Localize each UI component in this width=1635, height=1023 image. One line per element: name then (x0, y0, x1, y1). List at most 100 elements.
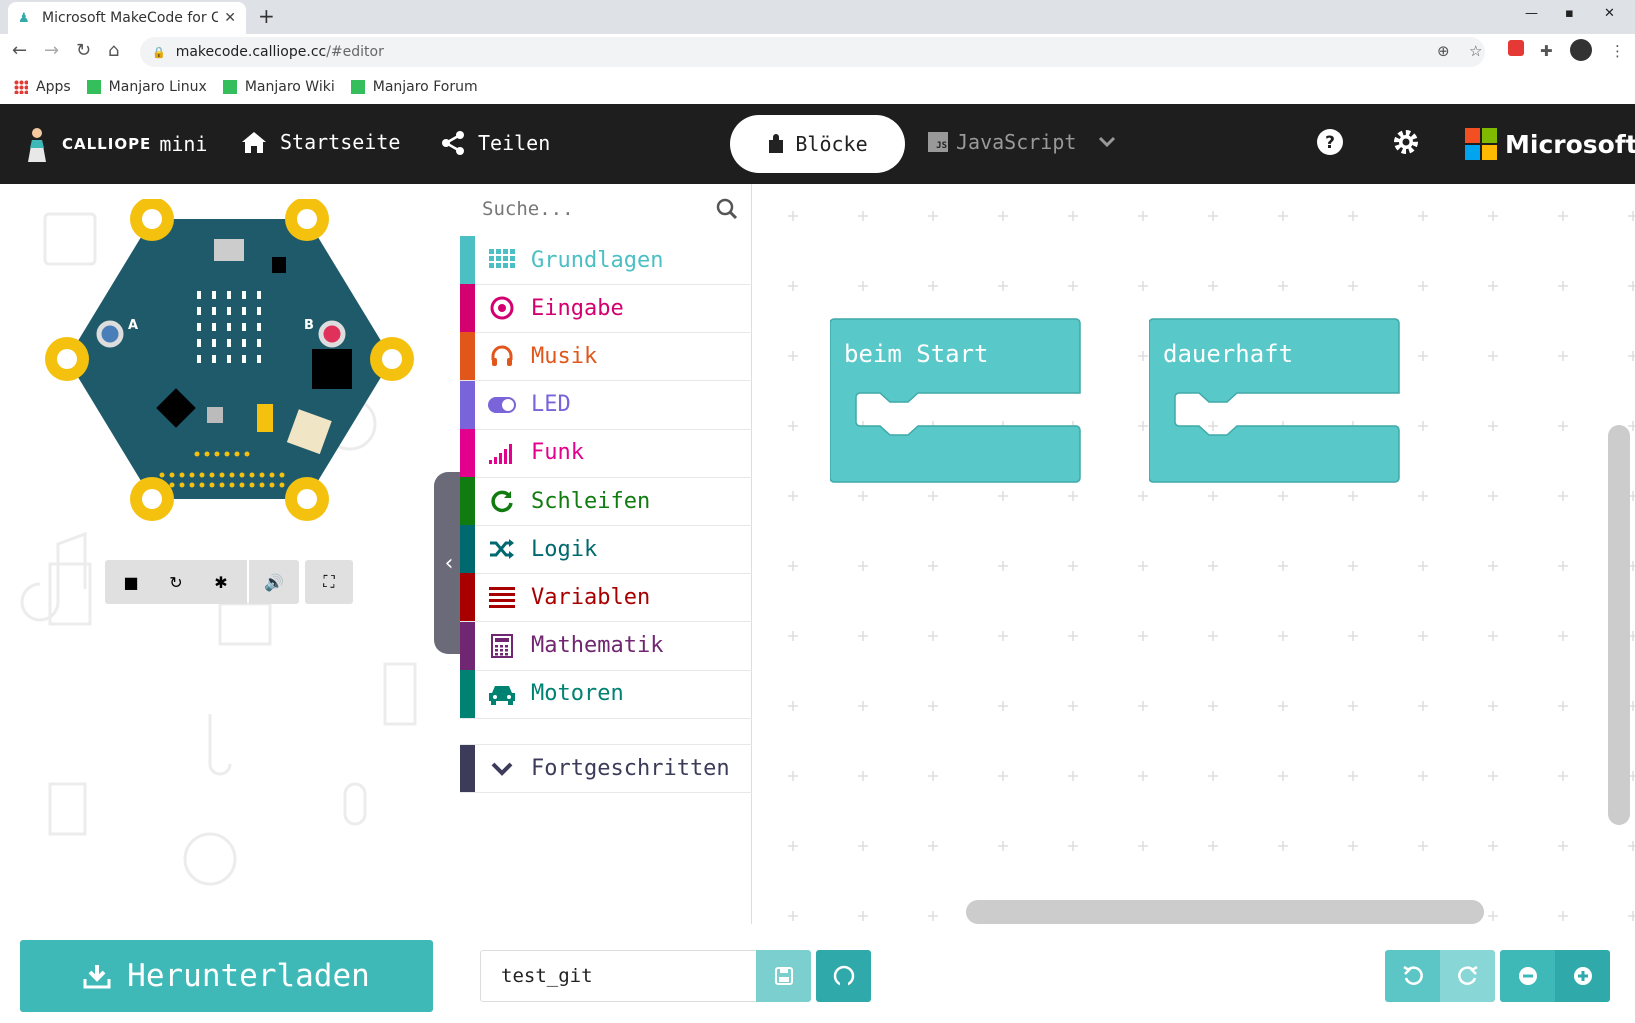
forward-icon[interactable]: → (44, 40, 59, 61)
bookmark-star-icon[interactable]: ☆ (1469, 42, 1482, 60)
category-color-bar (460, 525, 475, 574)
blocks-workspace[interactable]: beim Start dauerhaft (753, 184, 1635, 924)
redo-icon (1457, 966, 1478, 985)
category-schleifen[interactable]: Schleifen (460, 477, 752, 526)
category-color-bar (460, 428, 475, 477)
calliope-board[interactable]: A B (42, 199, 417, 529)
zoom-icon[interactable]: ⊕ (1437, 42, 1450, 60)
speaker-icon: 🔊 (264, 572, 284, 592)
microsoft-label: Microsoft (1505, 129, 1635, 159)
fullscreen-button[interactable]: ⛶ (305, 560, 353, 604)
category-eingabe[interactable]: Eingabe (460, 284, 752, 334)
manjaro-icon (222, 80, 237, 94)
bookmark-label: Manjaro Wiki (244, 79, 335, 95)
simulator-main-controls: ■ ↻ ✱ (105, 560, 247, 604)
chevron-down-icon[interactable] (1098, 136, 1116, 148)
lock-icon: 🔒 (152, 45, 166, 59)
category-color-bar (460, 284, 475, 333)
category-label: Fortgeschritten (531, 756, 730, 781)
browser-menu-icon[interactable]: ⋮ (1610, 42, 1625, 60)
toolbox-search[interactable]: Suche... (460, 184, 752, 234)
bookmark-manjaro-linux[interactable]: Manjaro Linux (86, 79, 207, 95)
simulator-controls: ■ ↻ ✱ 🔊 ⛶ (105, 560, 353, 604)
brand-suffix: mini (159, 132, 208, 156)
zoom-out-button[interactable] (1500, 950, 1555, 1002)
gear-icon[interactable] (1392, 128, 1420, 156)
project-name-input[interactable]: test_git (480, 950, 758, 1002)
extensions-puzzle-icon[interactable]: ✚ (1540, 42, 1553, 60)
plus-circle-icon (1573, 967, 1592, 985)
help-icon[interactable]: ? (1316, 128, 1344, 156)
minimize-window-icon[interactable]: — (1525, 6, 1538, 21)
blocks-tab-label: Blöcke (795, 132, 868, 156)
microsoft-logo[interactable]: Microsoft (1465, 128, 1635, 160)
close-window-icon[interactable]: ✕ (1604, 6, 1615, 21)
category-color-bar (460, 236, 475, 284)
on-start-block[interactable]: beim Start (829, 318, 1082, 488)
refresh-icon (487, 486, 517, 516)
profile-avatar-icon[interactable] (1570, 39, 1592, 61)
redo-button[interactable] (1440, 950, 1495, 1002)
undo-button[interactable] (1385, 950, 1440, 1002)
undo-icon (1402, 966, 1423, 985)
category-musik[interactable]: Musik (460, 332, 752, 382)
category-color-bar (460, 621, 475, 670)
search-input[interactable]: Suche... (482, 198, 574, 220)
category-led[interactable]: LED (460, 380, 752, 430)
new-tab-icon[interactable]: + (258, 4, 275, 28)
share-button[interactable]: Teilen (440, 130, 550, 156)
share-icon (442, 131, 464, 155)
back-icon[interactable]: ← (12, 40, 27, 61)
category-grundlagen[interactable]: Grundlagen (460, 236, 752, 285)
category-mathematik[interactable]: Mathematik (460, 621, 752, 671)
category-logik[interactable]: Logik (460, 525, 752, 575)
category-label: Musik (531, 343, 598, 369)
workspace-vertical-scrollbar[interactable] (1608, 425, 1630, 825)
category-advanced[interactable]: Fortgeschritten (460, 744, 752, 793)
apps-grid-icon (14, 80, 28, 94)
category-motoren[interactable]: Motoren (460, 669, 752, 719)
mute-button[interactable]: 🔊 (249, 560, 299, 604)
home-icon[interactable]: ⌂ (108, 40, 119, 61)
category-color-bar (460, 669, 475, 718)
browser-tab[interactable]: ♟ Microsoft MakeCode for Calliope ✕ (8, 2, 246, 34)
debug-bug-icon[interactable]: ✱ (199, 573, 244, 592)
blocks-tab[interactable]: Blöcke (730, 115, 905, 173)
chevron-left-icon: ‹ (444, 550, 454, 576)
category-label: Funk (531, 440, 584, 466)
address-bar[interactable]: 🔒 makecode.calliope.cc /#editor (140, 37, 1485, 67)
brand-name: CALLIOPE (62, 135, 152, 153)
restart-icon[interactable]: ↻ (154, 573, 199, 592)
calliope-figure-icon (28, 128, 46, 162)
workspace-horizontal-scrollbar[interactable] (966, 900, 1484, 924)
category-label: Motoren (531, 681, 624, 707)
save-button[interactable] (756, 950, 811, 1002)
stop-icon[interactable]: ■ (109, 573, 154, 592)
calliope-logo[interactable]: CALLIOPE mini (22, 126, 207, 162)
bookmark-manjaro-forum[interactable]: Manjaro Forum (350, 79, 478, 95)
search-icon[interactable] (716, 198, 738, 220)
maximize-window-icon[interactable]: ▪ (1565, 6, 1574, 21)
extension-pdf-icon[interactable] (1508, 40, 1524, 56)
close-tab-icon[interactable]: ✕ (224, 10, 236, 26)
javascript-tab[interactable]: JS JavaScript (928, 130, 1116, 154)
toggle-icon (487, 390, 517, 420)
fullscreen-icon: ⛶ (323, 572, 335, 591)
zoom-in-button[interactable] (1555, 950, 1610, 1002)
download-label: Herunterladen (127, 958, 370, 994)
category-variablen[interactable]: Variablen (460, 573, 752, 623)
category-label: Grundlagen (531, 247, 664, 273)
reload-icon[interactable]: ↻ (76, 40, 91, 61)
bookmark-label: Apps (36, 79, 71, 95)
category-funk[interactable]: Funk (460, 428, 752, 478)
browser-tab-title: Microsoft MakeCode for Calliope (42, 10, 219, 26)
home-button[interactable]: Startseite (240, 130, 400, 154)
home-icon (242, 132, 266, 153)
bookmark-label: Manjaro Forum (372, 79, 478, 95)
bookmark-apps[interactable]: Apps (14, 79, 71, 95)
category-color-bar (460, 573, 475, 622)
bookmark-manjaro-wiki[interactable]: Manjaro Wiki (222, 79, 335, 95)
download-button[interactable]: Herunterladen (20, 940, 433, 1012)
github-button[interactable] (816, 950, 871, 1002)
forever-block[interactable]: dauerhaft (1148, 318, 1401, 488)
